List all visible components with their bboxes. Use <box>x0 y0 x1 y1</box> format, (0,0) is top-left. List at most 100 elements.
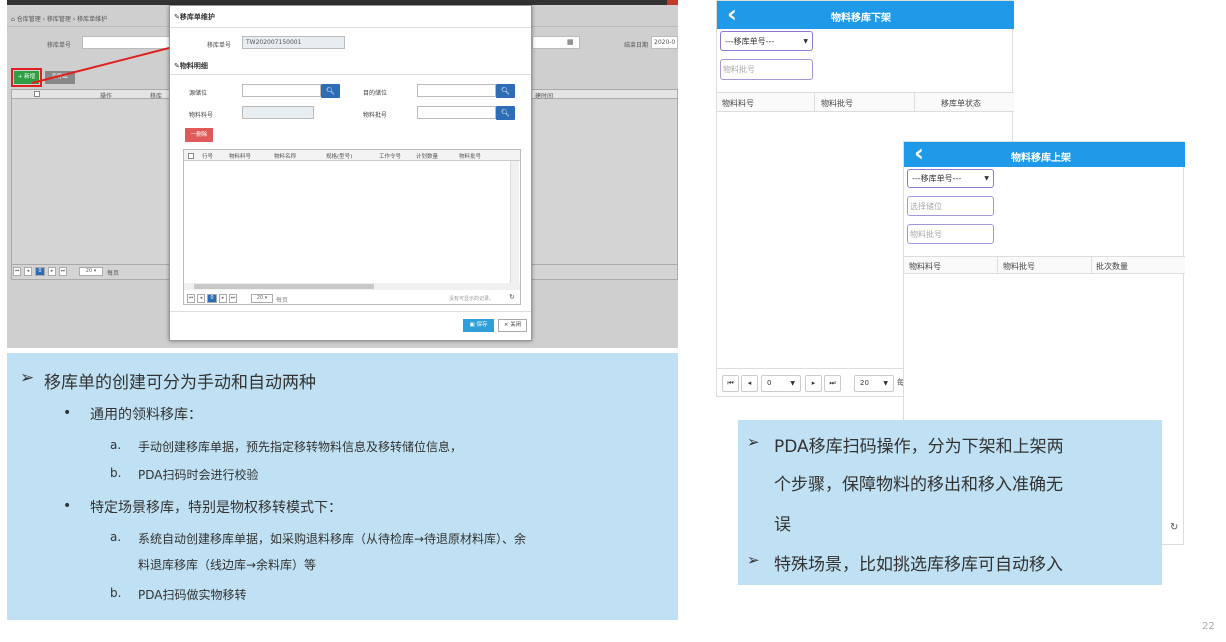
pda-up-title: 物料移库上架 <box>1011 153 1071 164</box>
note-pda-line2: 个步骤，保障物料的移出和移入准确无 <box>774 475 1063 495</box>
page-size-select[interactable]: 20 ▼ <box>854 375 894 392</box>
bullet-arrow-icon: ➢ <box>747 551 760 569</box>
note-sub-1-b: PDA扫码时会进行校验 <box>138 468 259 482</box>
horizontal-scrollbar[interactable] <box>184 283 520 290</box>
location-input[interactable]: 选择储位 <box>907 196 994 216</box>
detail-table: 行号 物料料号 物料名称 规格(型号) 工作令号 计划数量 物料批号 ⏮ ◂ 0… <box>183 149 521 305</box>
page-size-select[interactable]: 20 ▾ <box>251 294 273 303</box>
breadcrumb: ⌂ 仓库管理 › 移库管理 › 移库单维护 <box>11 16 108 23</box>
col-status: 移库单状态 <box>941 99 981 108</box>
calendar-icon[interactable]: ▦ <box>567 38 574 46</box>
col-header: 计划数量 <box>416 154 439 160</box>
detail-title: ✎物料明细 <box>174 62 208 70</box>
caret-down-icon: ▼ <box>803 38 808 45</box>
material-label: 物料料号 <box>189 112 214 119</box>
first-page-icon[interactable]: ⏮ <box>187 294 195 303</box>
col-material: 物料料号 <box>909 262 941 271</box>
last-page-icon[interactable]: ⏭ <box>59 267 67 276</box>
prev-page-icon[interactable]: ◂ <box>24 267 32 276</box>
note-sub-1: 通用的领料移库： <box>90 407 202 423</box>
marker-b: b. <box>110 586 122 600</box>
last-page-icon[interactable]: ⏭ <box>824 375 841 392</box>
batch-input[interactable]: 物料批号 <box>907 224 994 244</box>
batch-input[interactable]: 物料批号 <box>720 59 813 80</box>
col-header: 工作令号 <box>379 154 402 160</box>
order-select[interactable]: ---移库单号--- ▼ <box>907 169 994 188</box>
move-order-modal: ✎移库单维护 移库单号 TW202007150001 ✎物料明细 源储位 🔍︎ … <box>169 5 532 341</box>
note-main: 移库单的创建可分为手动和自动两种 <box>44 373 316 393</box>
material-input[interactable] <box>242 106 314 119</box>
next-page-icon[interactable]: ▸ <box>219 294 227 303</box>
src-loc-input[interactable] <box>242 84 321 97</box>
order-input[interactable]: TW202007150001 <box>242 36 345 49</box>
pda-down-header: ‹ 物料移库下架 <box>717 1 1014 29</box>
back-icon[interactable]: ‹ <box>727 1 737 27</box>
search-icon[interactable]: 🔍︎ <box>496 84 515 98</box>
order-select[interactable]: ---移库单号--- ▼ <box>720 31 813 51</box>
dst-loc-label: 目的储位 <box>363 90 388 97</box>
marker-a: a. <box>110 438 122 452</box>
page-size-value: 20 <box>85 268 93 274</box>
note-sub-2-a-line2: 料退库移库（线边库→余料库）等 <box>138 558 317 572</box>
batch-label: 物料批号 <box>363 112 388 119</box>
close-button[interactable]: × 关闭 <box>498 319 527 332</box>
caret-down-icon: ▼ <box>790 380 795 387</box>
note-special: 特殊场景，比如挑选库移库可自动移入 <box>774 555 1063 575</box>
back-icon[interactable]: ‹ <box>914 141 924 166</box>
page-number: 22 <box>1202 621 1215 632</box>
col-header: 行号 <box>202 154 214 160</box>
marker-b: b. <box>110 466 122 480</box>
first-page-icon[interactable]: ⏮ <box>13 267 21 276</box>
page-size-value: 20 <box>860 379 869 387</box>
src-loc-label: 源储位 <box>189 90 208 97</box>
order-select-value: ---移库单号--- <box>725 37 775 46</box>
note-sub-2: 特定场景移库，特别是物权移转模式下： <box>90 500 342 516</box>
save-label: 保存 <box>476 322 488 328</box>
note-pda-line3: 误 <box>774 515 791 535</box>
vertical-scrollbar[interactable] <box>510 161 519 283</box>
order-label: 移库单号 <box>207 42 232 49</box>
select-all-checkbox[interactable] <box>188 153 194 159</box>
note-pda-line1: PDA移库扫码操作，分为下架和上架两 <box>774 437 1064 457</box>
note-sub-2-a-line1: 系统自动创建移库单据，如采购退料移库（从待检库→待退原材料库）、余 <box>138 532 527 546</box>
batch-input[interactable] <box>417 106 496 119</box>
page-value: 0 <box>767 379 772 387</box>
prev-page-icon[interactable]: ◂ <box>741 375 758 392</box>
refresh-icon[interactable]: ↻ <box>1170 522 1178 533</box>
save-button[interactable]: ▣ 保存 <box>463 319 494 332</box>
col-qty: 批次数量 <box>1096 262 1128 271</box>
col-header: 物料名称 <box>274 154 297 160</box>
delete-button[interactable]: 一删除 <box>185 128 213 142</box>
col-header: 物料料号 <box>229 154 252 160</box>
dst-loc-input[interactable] <box>417 84 496 97</box>
col-batch: 物料批号 <box>1003 262 1035 271</box>
marker-a: a. <box>110 530 122 544</box>
first-page-icon[interactable]: ⏮ <box>722 375 739 392</box>
next-page-icon[interactable]: ▸ <box>48 267 56 276</box>
note-sub-1-a: 手动创建移库单据，预先指定移转物料信息及移转储位信息， <box>138 440 463 454</box>
next-page-icon[interactable]: ▸ <box>805 375 822 392</box>
bullet-arrow-icon: ➢ <box>20 368 35 388</box>
col-header: 物料批号 <box>459 154 482 160</box>
notes-panel-left: ➢ 移库单的创建可分为手动和自动两种 • 通用的领料移库： a. 手动创建移库单… <box>7 353 678 620</box>
last-page-icon[interactable]: ⏭ <box>229 294 237 303</box>
refresh-icon[interactable]: ↻ <box>509 293 515 301</box>
end-date-input[interactable]: 2020-0 <box>651 36 678 49</box>
search-icon[interactable]: 🔍︎ <box>321 84 340 98</box>
pda-down-title: 物料移库下架 <box>831 13 891 24</box>
col-header: 规格(型号) <box>326 154 353 160</box>
page-size-select[interactable]: 20 ▾ <box>79 267 103 276</box>
col-material: 物料料号 <box>722 99 754 108</box>
end-date-label: 结束日期 <box>624 42 649 49</box>
per-page-label: 每页 <box>107 270 120 277</box>
per-page-label: 每页 <box>276 297 289 304</box>
search-icon[interactable]: 🔍︎ <box>496 106 515 120</box>
page-input[interactable]: 0 <box>35 267 45 276</box>
modal-title: ✎移库单维护 <box>174 13 215 21</box>
select-all-checkbox[interactable] <box>34 91 40 97</box>
notes-panel-right: ➢ PDA移库扫码操作，分为下架和上架两 个步骤，保障物料的移出和移入准确无 误… <box>738 420 1162 585</box>
pda-up-header: ‹ 物料移库上架 <box>904 141 1185 167</box>
prev-page-icon[interactable]: ◂ <box>197 294 205 303</box>
page-select[interactable]: 0 ▼ <box>761 375 801 392</box>
page-input[interactable]: 0 <box>207 294 217 303</box>
